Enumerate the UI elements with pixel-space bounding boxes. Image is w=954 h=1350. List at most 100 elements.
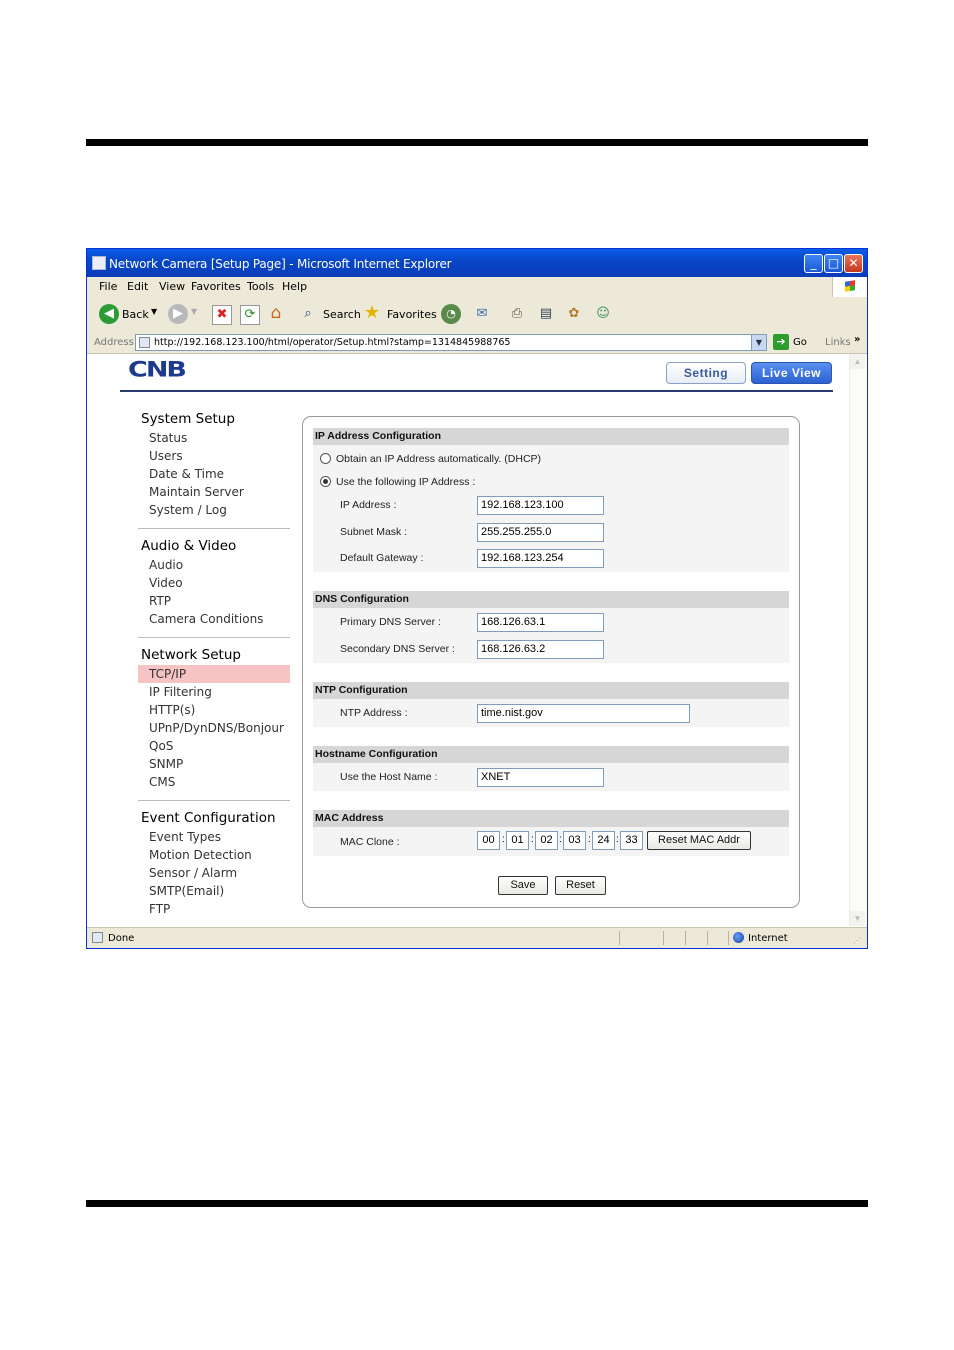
back-arrow-icon[interactable]: ◀ [99, 304, 119, 324]
primary-dns-input[interactable]: 168.126.63.1 [477, 613, 604, 632]
scroll-down-icon[interactable]: ▼ [850, 911, 865, 926]
nav-item-ip-filtering[interactable]: IP Filtering [138, 683, 290, 701]
scroll-up-icon[interactable]: ▲ [850, 354, 865, 369]
address-dropdown-icon[interactable]: ▼ [751, 335, 766, 350]
hostname-config-section: Hostname Configuration Use the Host Name… [313, 746, 789, 791]
gateway-input[interactable]: 192.168.123.254 [477, 549, 604, 568]
reset-button[interactable]: Reset [555, 876, 606, 895]
status-divider [707, 931, 708, 945]
nav-item-users[interactable]: Users [138, 447, 290, 465]
mac-octet-input[interactable]: 03 [563, 831, 586, 850]
secondary-dns-label: Secondary DNS Server : [340, 643, 455, 655]
menu-edit[interactable]: Edit [127, 280, 148, 293]
menu-view[interactable]: View [159, 280, 185, 293]
back-dropdown-icon[interactable]: ▼ [151, 307, 157, 316]
nav-item-tcp-ip[interactable]: TCP/IP [138, 665, 290, 683]
live-view-button[interactable]: Live View [751, 362, 832, 384]
save-button[interactable]: Save [498, 876, 548, 895]
primary-dns-label: Primary DNS Server : [340, 616, 441, 628]
mac-octet-input[interactable]: 02 [535, 831, 558, 850]
static-ip-radio[interactable] [320, 476, 331, 487]
links-label[interactable]: Links [825, 337, 851, 348]
search-icon[interactable]: ⌕ [299, 305, 317, 323]
links-chevron-icon[interactable]: » [854, 334, 860, 345]
favorites-button[interactable]: Favorites [387, 308, 437, 321]
status-text: Done [108, 933, 135, 944]
nav-item-video[interactable]: Video [138, 574, 290, 592]
print-icon[interactable]: ⎙ [508, 305, 526, 323]
nav-divider [138, 637, 290, 638]
mac-octet-input[interactable]: 33 [620, 831, 643, 850]
go-arrow-icon[interactable]: ➔ [773, 334, 789, 350]
nav-item-ftp[interactable]: FTP [138, 900, 290, 918]
back-button[interactable]: Back [122, 308, 149, 321]
mac-separator: : [559, 834, 562, 845]
mac-address-header: MAC Address [313, 810, 789, 827]
nav-item-rtp[interactable]: RTP [138, 592, 290, 610]
nav-item-cms[interactable]: CMS [138, 773, 290, 791]
nav-item-date-time[interactable]: Date & Time [138, 465, 290, 483]
go-button[interactable]: Go [793, 337, 807, 348]
mail-icon[interactable]: ✉ [473, 305, 491, 323]
discuss-icon[interactable]: ✿ [565, 305, 583, 323]
vertical-scrollbar[interactable]: ▲ ▼ [849, 354, 865, 926]
stop-icon[interactable]: ✖ [212, 305, 232, 325]
minimize-button[interactable]: _ [804, 254, 823, 273]
mac-separator: : [588, 834, 591, 845]
favorites-star-icon[interactable]: ★ [363, 304, 381, 322]
address-url[interactable]: http://192.168.123.100/html/operator/Set… [154, 337, 510, 348]
dns-config-header: DNS Configuration [313, 591, 789, 608]
nav-item-https[interactable]: HTTP(s) [138, 701, 290, 719]
nav-item-system-log[interactable]: System / Log [138, 501, 290, 519]
nav-item-motion-detection[interactable]: Motion Detection [138, 846, 290, 864]
mac-address-section: MAC Address MAC Clone : 00 : 01 : 02 : 0… [313, 810, 789, 856]
reset-mac-button[interactable]: Reset MAC Addr [647, 831, 751, 850]
nav-item-camera-conditions[interactable]: Camera Conditions [138, 610, 290, 628]
forward-dropdown-icon[interactable]: ▼ [191, 307, 197, 316]
hostname-input[interactable]: XNET [477, 768, 604, 787]
internet-zone-icon [733, 932, 744, 943]
gateway-label: Default Gateway : [340, 552, 424, 564]
page-icon [139, 337, 150, 348]
mac-clone-label: MAC Clone : [340, 836, 400, 848]
address-label: Address [94, 337, 134, 348]
ntp-address-input[interactable]: time.nist.gov [477, 704, 690, 723]
nav-item-event-types[interactable]: Event Types [138, 828, 290, 846]
mac-octet-input[interactable]: 01 [506, 831, 529, 850]
edit-icon[interactable]: ▤ [537, 305, 555, 323]
dhcp-radio[interactable] [320, 453, 331, 464]
menu-file[interactable]: File [99, 280, 117, 293]
nav-item-qos[interactable]: QoS [138, 737, 290, 755]
title-bar[interactable]: Network Camera [Setup Page] - Microsoft … [87, 249, 867, 277]
ntp-address-label: NTP Address : [340, 707, 408, 719]
nav-item-sensor-alarm[interactable]: Sensor / Alarm [138, 864, 290, 882]
refresh-icon[interactable]: ⟳ [240, 305, 260, 325]
home-icon[interactable]: ⌂ [267, 304, 285, 322]
ip-address-input[interactable]: 192.168.123.100 [477, 496, 604, 515]
nav-item-smtp[interactable]: SMTP(Email) [138, 882, 290, 900]
nav-item-upnp[interactable]: UPnP/DynDNS/Bonjour [138, 719, 290, 737]
search-button[interactable]: Search [323, 308, 361, 321]
mac-octet-input[interactable]: 00 [477, 831, 500, 850]
resize-grip-icon[interactable]: ⋰ [853, 936, 861, 945]
forward-arrow-icon[interactable]: ▶ [168, 304, 188, 324]
nav-item-maintain-server[interactable]: Maintain Server [138, 483, 290, 501]
maximize-button[interactable]: □ [824, 254, 843, 273]
mac-octet-input[interactable]: 24 [592, 831, 615, 850]
messenger-icon[interactable]: ☺ [594, 305, 612, 323]
nav-item-status[interactable]: Status [138, 429, 290, 447]
close-button[interactable]: ✕ [844, 254, 863, 273]
windows-logo-icon [832, 277, 867, 297]
secondary-dns-input[interactable]: 168.126.63.2 [477, 640, 604, 659]
address-input[interactable]: http://192.168.123.100/html/operator/Set… [135, 334, 767, 351]
nav-item-snmp[interactable]: SNMP [138, 755, 290, 773]
subnet-mask-input[interactable]: 255.255.255.0 [477, 523, 604, 542]
history-icon[interactable]: ◔ [441, 304, 461, 324]
menu-favorites[interactable]: Favorites [191, 280, 241, 293]
menu-tools[interactable]: Tools [247, 280, 274, 293]
page-content: CNB Setting Live View System Setup Statu… [90, 354, 850, 926]
menu-help[interactable]: Help [282, 280, 307, 293]
toolbar: ◀ Back ▼ ▶ ▼ ✖ ⟳ ⌂ ⌕ Search ★ Favorites … [87, 297, 867, 334]
nav-item-audio[interactable]: Audio [138, 556, 290, 574]
setting-button[interactable]: Setting [666, 362, 746, 384]
